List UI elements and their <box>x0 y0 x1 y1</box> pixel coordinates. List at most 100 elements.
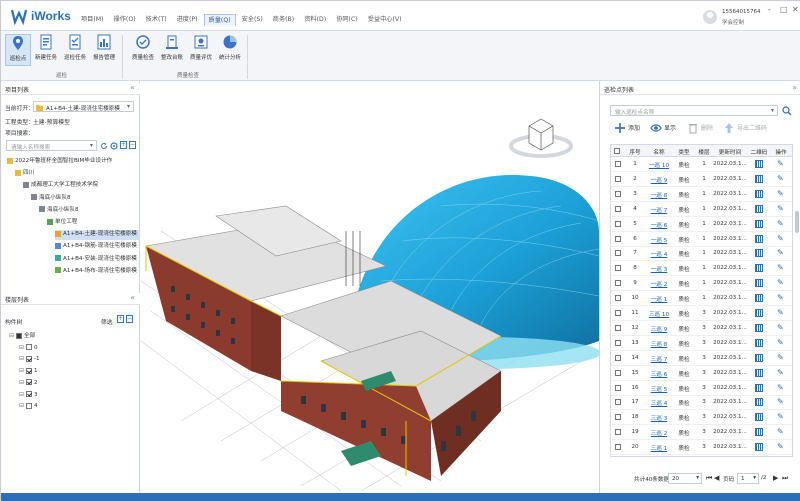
edit-icon[interactable]: ✎ <box>777 263 784 272</box>
edit-icon[interactable]: ✎ <box>777 412 784 421</box>
expand-all-button[interactable]: + <box>120 141 127 149</box>
eye-icon[interactable] <box>650 123 662 133</box>
table-row[interactable]: 11 三巡 10 质检 3 2022.03.1... ✎ <box>611 306 792 321</box>
model-viewport[interactable] <box>141 81 599 493</box>
menu-item[interactable]: 进度(P) <box>173 14 202 26</box>
qrcode-icon[interactable] <box>755 174 763 183</box>
edit-icon[interactable]: ✎ <box>777 427 784 436</box>
qrcode-icon[interactable] <box>755 353 763 362</box>
edit-icon[interactable]: ✎ <box>777 278 784 287</box>
menu-item[interactable]: 安全(S) <box>238 14 267 26</box>
qrcode-icon[interactable] <box>755 443 763 452</box>
floor-item[interactable]: ⊟ 4 <box>19 401 38 411</box>
last-page-icon[interactable]: ⏭ <box>782 474 788 483</box>
prev-page-icon[interactable]: ◀ <box>714 474 719 482</box>
select-all-checkbox[interactable] <box>614 148 620 154</box>
row-checkbox[interactable] <box>615 444 621 451</box>
avatar[interactable] <box>703 10 717 24</box>
edit-icon[interactable]: ✎ <box>777 204 784 213</box>
trash-icon[interactable] <box>688 122 698 134</box>
settings-icon[interactable] <box>110 142 118 150</box>
qrcode-icon[interactable] <box>755 309 763 317</box>
edit-icon[interactable]: ✎ <box>777 159 784 168</box>
edit-icon[interactable]: ✎ <box>777 308 784 317</box>
table-row[interactable]: 14 三巡 7 质检 3 2022.03.1... ✎ <box>611 351 792 366</box>
inspection-name-link[interactable]: 一巡 6 <box>645 221 673 229</box>
row-checkbox[interactable] <box>615 414 621 421</box>
row-checkbox[interactable] <box>615 295 621 302</box>
edit-icon[interactable]: ✎ <box>777 234 784 243</box>
table-row[interactable]: 3 一巡 8 质检 1 2022.03.1... ✎ <box>611 187 792 202</box>
qrcode-icon[interactable] <box>755 219 763 228</box>
row-checkbox[interactable] <box>615 369 621 376</box>
row-checkbox[interactable] <box>615 161 621 167</box>
table-row[interactable]: 5 一巡 6 质检 1 2022.03.1... ✎ <box>611 217 792 232</box>
ribbon-button-inspection-task[interactable]: 巡检任务 <box>62 34 88 66</box>
table-row[interactable]: 19 三巡 2 质检 3 2022.03.1... ✎ <box>611 425 792 441</box>
qrcode-icon[interactable] <box>755 234 763 243</box>
export-qrcode-button[interactable]: 导出二维码 <box>737 123 767 132</box>
ribbon-button-rectification-ledger[interactable]: 整改台账 <box>159 34 185 66</box>
edit-icon[interactable]: ✎ <box>777 219 784 228</box>
qrcode-icon[interactable] <box>755 398 763 407</box>
collapse-icon[interactable]: » <box>792 83 797 92</box>
menu-item[interactable]: 技术(T) <box>142 14 171 26</box>
inspection-name-link[interactable]: 一巡 2 <box>645 280 673 288</box>
edit-icon[interactable]: ✎ <box>777 383 784 392</box>
inspection-name-link[interactable]: 三巡 2 <box>645 429 673 437</box>
next-page-icon[interactable]: ▶ <box>773 474 778 482</box>
qrcode-icon[interactable] <box>755 294 763 303</box>
table-row[interactable]: 1 一巡 10 质检 1 2022.03.1... ✎ <box>611 157 792 172</box>
qrcode-icon[interactable] <box>755 160 763 168</box>
row-checkbox[interactable] <box>615 429 621 436</box>
inspection-name-link[interactable]: 三巡 4 <box>645 399 673 407</box>
tree-node[interactable]: 四川 <box>15 169 34 179</box>
ribbon-button-quality-check[interactable]: 质量检查 <box>130 34 156 66</box>
edit-icon[interactable]: ✎ <box>777 338 784 347</box>
row-checkbox[interactable] <box>615 220 621 227</box>
tree-node[interactable]: 海底小纵队8 <box>31 194 71 204</box>
row-checkbox[interactable] <box>615 235 621 242</box>
show-button[interactable]: 显示 <box>664 123 676 132</box>
floor-checkbox[interactable] <box>26 391 33 397</box>
row-checkbox[interactable] <box>615 384 621 391</box>
upload-icon[interactable] <box>724 122 734 134</box>
project-select[interactable]: A1+B4-土建-现浇住宅楼原模 ▾ <box>33 101 134 112</box>
floor-checkbox[interactable] <box>26 355 33 362</box>
menu-item[interactable]: 商务(B) <box>269 14 298 26</box>
qrcode-icon[interactable] <box>755 413 763 422</box>
inspection-name-link[interactable]: 一巡 1 <box>645 295 673 303</box>
inspection-name-link[interactable]: 三巡 5 <box>645 385 673 393</box>
table-row[interactable]: 20 三巡 1 质检 3 2022.03.1... ✎ <box>611 440 792 456</box>
row-checkbox[interactable] <box>615 399 621 406</box>
tree-node[interactable]: 成都理工大学工程技术学院 <box>23 181 98 191</box>
floor-item[interactable]: ⊟ 2 <box>19 378 38 388</box>
inspection-name-link[interactable]: 三巡 7 <box>645 355 673 363</box>
qrcode-icon[interactable] <box>755 428 763 437</box>
inspection-name-link[interactable]: 三巡 9 <box>645 325 673 333</box>
ribbon-button-stats[interactable]: 统计分析 <box>217 34 243 66</box>
table-row[interactable]: 13 三巡 8 质检 3 2022.03.1... ✎ <box>611 336 792 351</box>
inspection-name-link[interactable]: 一巡 9 <box>645 176 673 184</box>
expand-toggle-icon[interactable]: ⊟ <box>19 391 24 398</box>
floor-item[interactable]: ⊟ 1 <box>19 366 38 376</box>
inspection-name-link[interactable]: 一巡 3 <box>645 265 673 273</box>
refresh-icon[interactable] <box>100 142 108 150</box>
table-row[interactable]: 9 一巡 2 质检 1 2022.03.1... ✎ <box>611 276 792 292</box>
row-checkbox[interactable] <box>615 339 621 346</box>
table-row[interactable]: 2 一巡 9 质检 1 2022.03.1... ✎ <box>611 172 792 187</box>
inspection-name-link[interactable]: 一巡 5 <box>645 236 673 244</box>
floor-item[interactable]: ⊟ 3 <box>19 390 38 400</box>
table-row[interactable]: 18 三巡 3 质检 3 2022.03.1... ✎ <box>611 410 792 426</box>
tree-node[interactable]: A1+B4-安装-现浇住宅楼原模 <box>55 255 137 265</box>
bim-model-render[interactable] <box>141 81 599 493</box>
floor-checkbox[interactable] <box>26 367 33 374</box>
floor-checkbox[interactable] <box>26 402 33 409</box>
tree-node[interactable]: A1+B4-钢筋-现浇住宅楼原模 <box>55 242 137 252</box>
floor-item[interactable]: ⊟ 全部 <box>9 331 35 341</box>
row-checkbox[interactable] <box>615 280 621 287</box>
row-checkbox[interactable] <box>615 190 621 197</box>
collapse-icon[interactable]: « <box>130 83 135 92</box>
collapse-all-button[interactable]: − <box>129 141 136 149</box>
table-row[interactable]: 4 一巡 7 质检 1 2022.03.1... ✎ <box>611 202 792 217</box>
